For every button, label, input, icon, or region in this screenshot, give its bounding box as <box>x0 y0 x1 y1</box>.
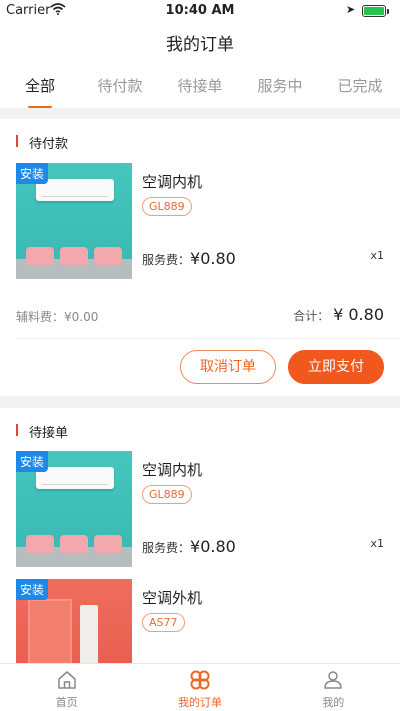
order-card: 待付款 安装 空调内机 GL889 服务费：¥0.80 x1 辅料费：¥0.00… <box>0 119 400 396</box>
order-status-label: 待付款 <box>16 133 68 152</box>
order-total: 合计： ¥ 0.80 <box>293 305 384 324</box>
status-bar: Carrier 10:40 AM ➤ <box>0 0 400 22</box>
order-tabs: 全部 待付款 待接单 服务中 已完成 <box>0 64 400 108</box>
product-code-tag: AS77 <box>142 613 185 632</box>
nav-profile-label: 我的 <box>322 696 345 709</box>
clock: 10:40 AM <box>165 3 235 18</box>
product-code-tag: GL889 <box>142 197 192 216</box>
order-item[interactable]: 安装 空调外机 AS77 <box>16 579 386 668</box>
product-code-tag: GL889 <box>142 485 192 504</box>
order-card: 待接单 安装 空调内机 GL889 服务费：¥0.80 x1 安装 空调外机 A… <box>0 408 400 668</box>
service-fee-label: 服务费： <box>142 541 191 555</box>
tab-pending-payment[interactable]: 待付款 <box>80 64 160 108</box>
service-type-badge: 安装 <box>16 451 49 472</box>
tab-pending-acceptance[interactable]: 待接单 <box>160 64 240 108</box>
nav-home-label: 首页 <box>55 696 78 709</box>
product-name: 空调外机 <box>142 589 203 607</box>
service-fee: 服务费：¥0.80 <box>142 537 236 556</box>
service-fee-value: ¥0.80 <box>190 249 236 268</box>
product-image: 安装 <box>16 579 132 668</box>
service-type-badge: 安装 <box>16 163 49 184</box>
quantity: x1 <box>370 249 384 262</box>
product-name: 空调内机 <box>142 173 203 191</box>
nav-my-orders[interactable]: 我的订单 <box>133 664 266 711</box>
service-type-badge: 安装 <box>16 579 49 600</box>
quantity: x1 <box>370 537 384 550</box>
orders-icon <box>189 669 211 691</box>
order-status-label: 待接单 <box>16 422 68 441</box>
nav-my-orders-label: 我的订单 <box>177 696 222 709</box>
service-fee: 服务费：¥0.80 <box>142 249 236 268</box>
product-name: 空调内机 <box>142 461 203 479</box>
tab-completed[interactable]: 已完成 <box>320 64 400 108</box>
service-fee-value: ¥0.80 <box>190 537 236 556</box>
home-icon <box>56 669 78 691</box>
bottom-tab-bar: 首页 我的订单 我的 <box>0 663 400 711</box>
divider <box>16 338 400 339</box>
product-image: 安装 <box>16 163 132 279</box>
tab-all[interactable]: 全部 <box>0 64 80 108</box>
tab-in-service[interactable]: 服务中 <box>240 64 320 108</box>
battery-tip <box>387 9 389 14</box>
service-fee-label: 服务费： <box>142 253 191 267</box>
order-item[interactable]: 安装 空调内机 GL889 服务费：¥0.80 x1 <box>16 451 386 569</box>
nav-header: 我的订单 <box>0 22 400 64</box>
total-value: ¥ 0.80 <box>333 305 384 324</box>
aux-fee: 辅料费：¥0.00 <box>16 310 99 324</box>
nav-profile[interactable]: 我的 <box>267 664 400 711</box>
location-icon: ➤ <box>346 3 356 16</box>
nav-home[interactable]: 首页 <box>0 664 133 711</box>
battery-icon <box>362 5 386 17</box>
total-label: 合计： <box>293 309 330 323</box>
cancel-order-button[interactable]: 取消订单 <box>180 350 276 384</box>
profile-icon <box>322 669 344 691</box>
page-title: 我的订单 <box>166 35 234 55</box>
pay-now-button[interactable]: 立即支付 <box>288 350 384 384</box>
order-item[interactable]: 安装 空调内机 GL889 服务费：¥0.80 x1 <box>16 163 386 281</box>
product-image: 安装 <box>16 451 132 567</box>
